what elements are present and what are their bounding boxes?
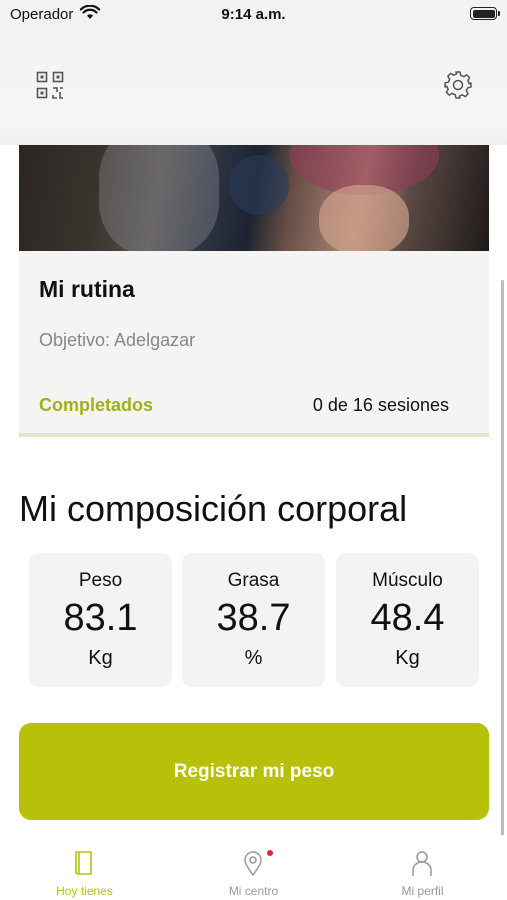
notification-dot: [267, 850, 273, 856]
routine-hero-image: [19, 145, 489, 251]
completed-label: Completados: [39, 395, 154, 415]
metric-unit: Kg: [88, 647, 113, 669]
status-time: 9:14 a.m.: [221, 6, 286, 23]
body-composition-title: Mi composición corporal: [19, 488, 408, 529]
metric-card-muscle[interactable]: Músculo 48.4 Kg: [336, 553, 479, 687]
metric-card-fat[interactable]: Grasa 38.7 %: [182, 553, 325, 687]
person-icon: [412, 851, 432, 876]
battery-icon: [470, 7, 500, 20]
metric-label: Peso: [78, 570, 123, 591]
routine-card[interactable]: Mi rutina Objetivo: Adelgazar Completado…: [19, 251, 489, 437]
status-bar: Operador 9:14 a.m.: [0, 0, 507, 30]
metric-card-weight[interactable]: Peso 83.1 Kg: [29, 553, 172, 687]
routine-title: Mi rutina: [39, 276, 135, 302]
tab-mi-perfil[interactable]: Mi perfil: [338, 835, 507, 900]
metric-unit: %: [244, 647, 263, 669]
tab-bar: Hoy tienes Mi centro Mi perfil: [0, 835, 507, 900]
metric-unit: Kg: [395, 647, 420, 669]
metric-value: 48.4: [370, 597, 445, 639]
location-pin-icon: [244, 851, 262, 876]
sessions-count: 0 de 16 sesiones: [312, 395, 449, 415]
qr-code-icon[interactable]: [36, 71, 64, 99]
tab-hoy-tienes[interactable]: Hoy tienes: [0, 835, 169, 900]
metric-value: 38.7: [216, 597, 291, 639]
tab-label: Mi perfil: [401, 884, 444, 898]
metric-label: Grasa: [227, 570, 280, 591]
top-navigation-bar: [0, 30, 507, 145]
tab-label: Hoy tienes: [56, 884, 113, 898]
tab-label: Mi centro: [228, 884, 279, 898]
scrollbar[interactable]: [501, 280, 504, 836]
tab-mi-centro[interactable]: Mi centro: [169, 835, 338, 900]
register-weight-button[interactable]: Registrar mi peso: [19, 723, 489, 820]
gear-icon[interactable]: [443, 70, 473, 100]
metric-value: 83.1: [63, 597, 138, 639]
metric-label: Músculo: [372, 570, 443, 591]
book-icon: [75, 851, 92, 875]
routine-goal: Objetivo: Adelgazar: [39, 330, 196, 350]
